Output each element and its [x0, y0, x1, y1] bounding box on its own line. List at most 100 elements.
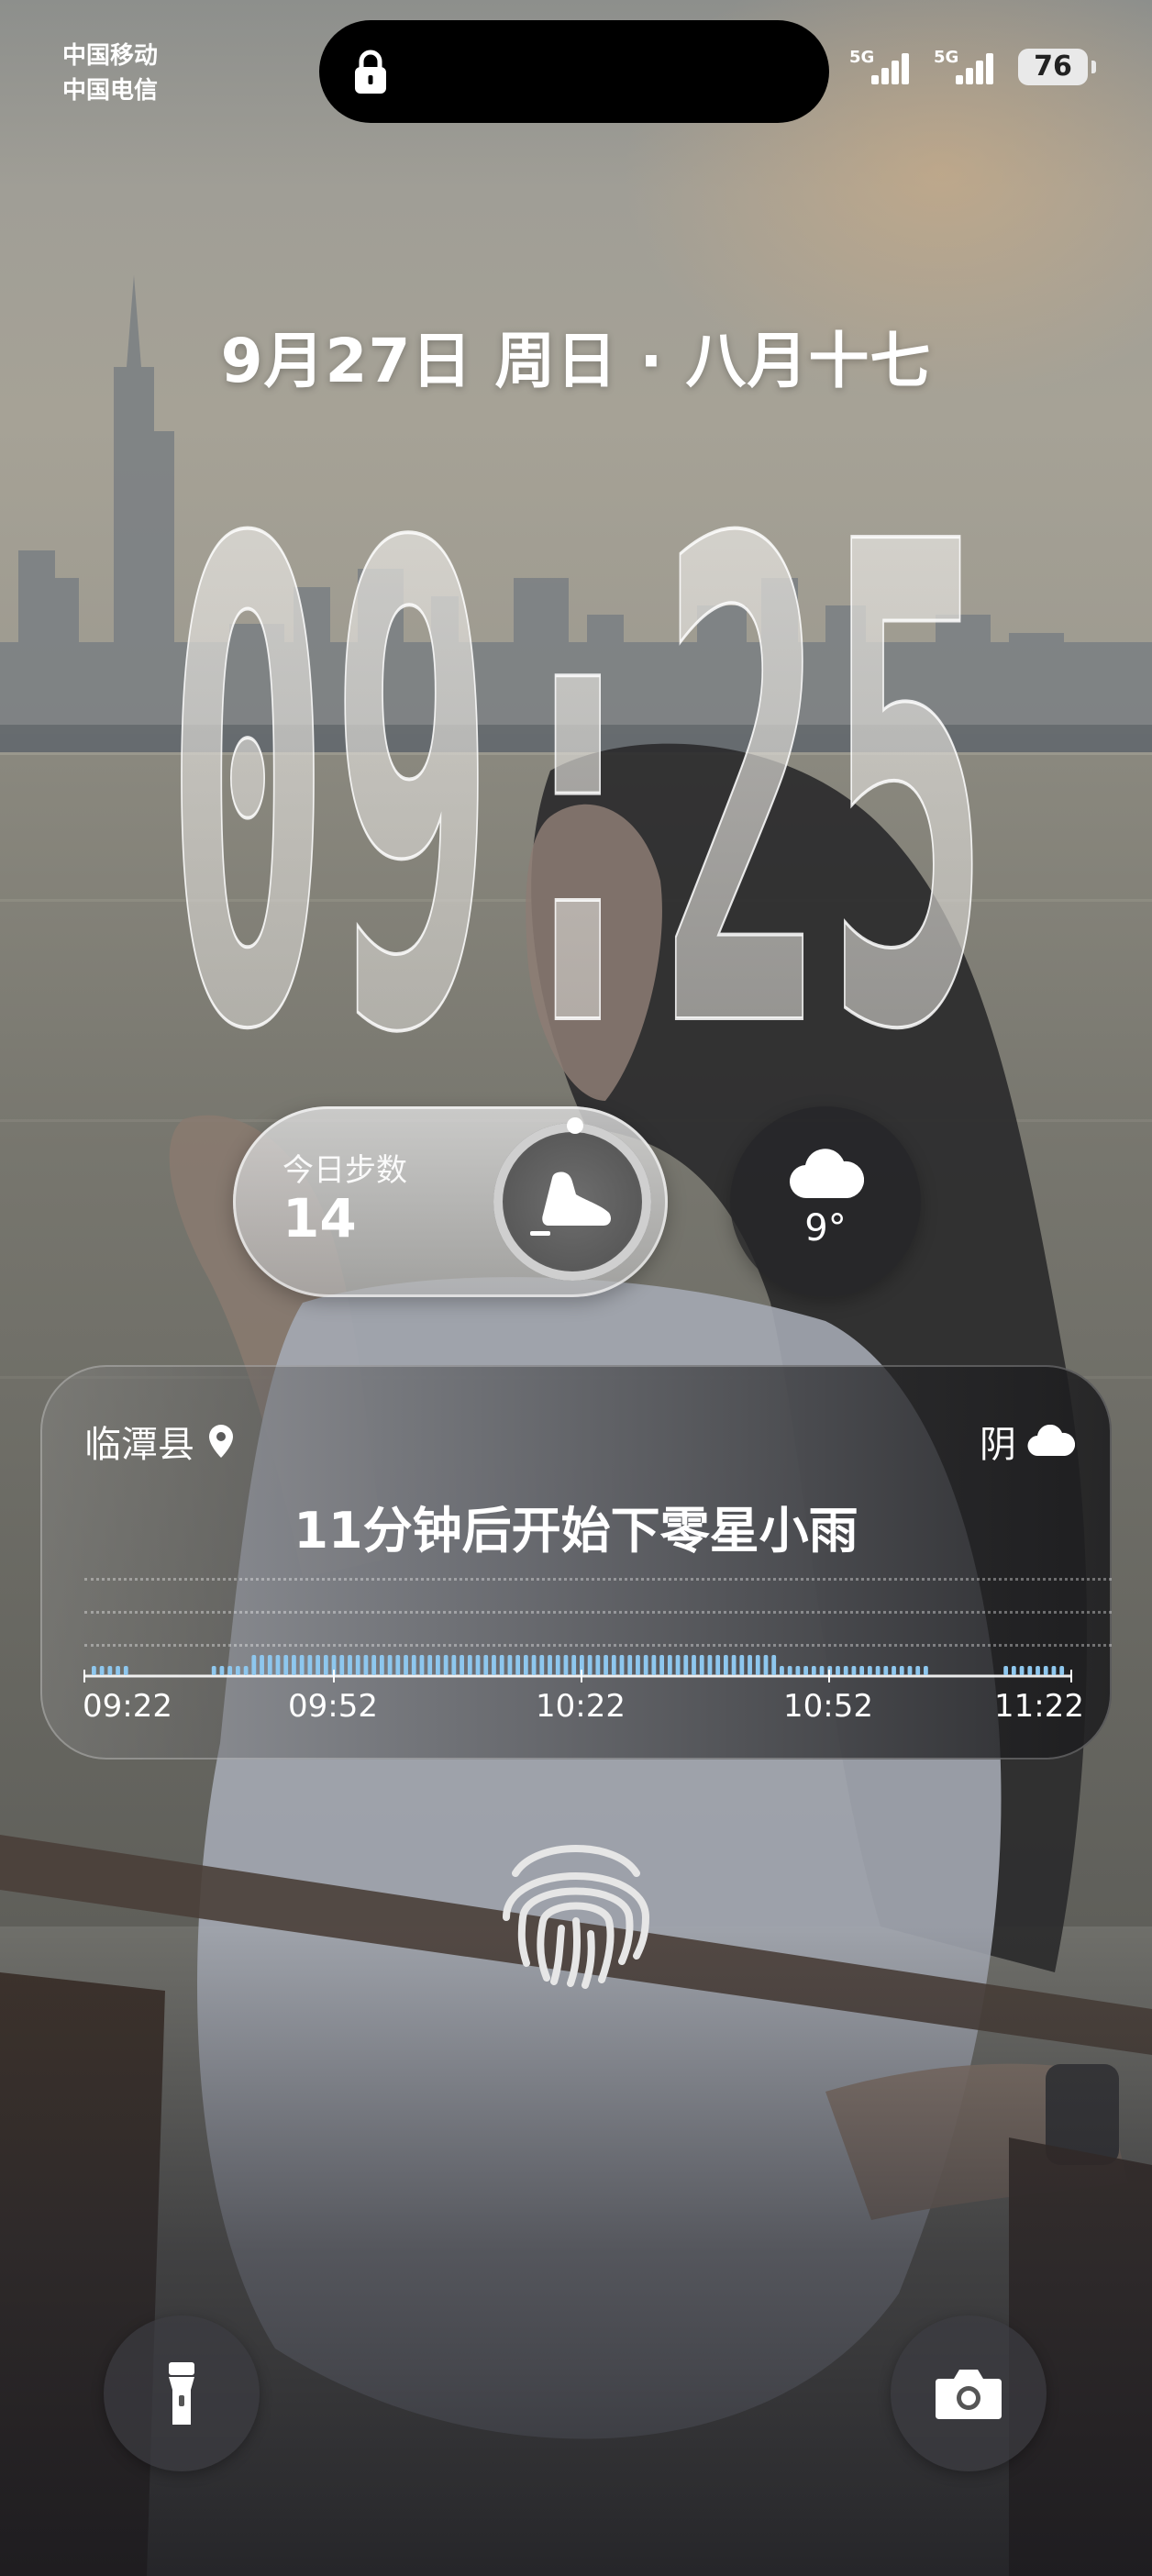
precip-bar: [243, 1666, 249, 1675]
precip-bar: [1027, 1666, 1033, 1675]
precip-bar: [1043, 1666, 1048, 1675]
precip-bar: [675, 1655, 681, 1675]
precip-bar: [531, 1655, 537, 1675]
precip-bar: [924, 1666, 928, 1675]
clock-text: 09:25: [165, 422, 991, 1046]
precip-bar: [1011, 1666, 1016, 1675]
precip-bar: [92, 1666, 96, 1675]
precip-bar: [892, 1666, 896, 1675]
precip-bar: [483, 1655, 489, 1675]
precip-bar: [419, 1655, 425, 1675]
precip-bar: [771, 1655, 777, 1675]
precip-bar: [316, 1655, 320, 1675]
carrier-1: 中国移动: [62, 42, 159, 70]
precip-bar: [707, 1655, 713, 1675]
dynamic-island[interactable]: [319, 20, 829, 123]
steps-widget[interactable]: 今日步数 14: [233, 1106, 668, 1297]
weather-temperature: 9°: [804, 1207, 847, 1249]
precip-bar: [123, 1666, 128, 1675]
precip-bar: [731, 1655, 737, 1675]
status-indicators: 5G 5G 76: [849, 44, 1096, 90]
precip-bar: [1036, 1666, 1040, 1675]
precip-bar: [307, 1655, 313, 1675]
precip-bar: [116, 1666, 120, 1675]
precip-bar: [819, 1666, 825, 1675]
precip-bar: [780, 1666, 784, 1675]
precip-bar: [211, 1666, 216, 1675]
precip-bar: [460, 1655, 464, 1675]
precip-bar: [299, 1655, 305, 1675]
precip-bar: [1003, 1666, 1009, 1675]
fingerprint-icon[interactable]: [495, 1826, 657, 1991]
precip-bar: [339, 1655, 345, 1675]
precip-bar: [619, 1655, 625, 1675]
precip-bar: [499, 1655, 504, 1675]
steps-value: 14: [282, 1187, 357, 1249]
signal-2: 5G: [934, 44, 998, 90]
time-tick: 09:22: [83, 1688, 172, 1725]
precip-bar: [563, 1655, 569, 1675]
precip-bar: [260, 1655, 264, 1675]
precip-bar: [692, 1655, 696, 1675]
precip-bar: [379, 1655, 384, 1675]
precip-bar: [811, 1666, 816, 1675]
precip-bar: [523, 1655, 528, 1675]
precip-bar: [436, 1655, 440, 1675]
precip-bar: [643, 1655, 648, 1675]
precip-bar: [915, 1666, 921, 1675]
precip-bar: [395, 1655, 401, 1675]
precip-bar: [587, 1655, 593, 1675]
precip-bar: [99, 1666, 105, 1675]
camera-icon: [936, 2370, 1002, 2419]
precip-bar: [659, 1655, 665, 1675]
precip-bar: [859, 1666, 865, 1675]
precip-bar: [651, 1655, 657, 1675]
weather-widget[interactable]: 9°: [730, 1106, 921, 1297]
precip-bar: [1019, 1666, 1025, 1675]
lock-icon: [355, 50, 386, 94]
precip-bar: [723, 1655, 728, 1675]
precip-bar: [867, 1666, 872, 1675]
precip-bar: [227, 1666, 233, 1675]
signal-2-label: 5G: [934, 48, 959, 67]
precip-bar: [667, 1655, 672, 1675]
steps-label: 今日步数: [282, 1152, 407, 1189]
precip-bar: [611, 1655, 616, 1675]
precip-bar: [715, 1655, 721, 1675]
precip-bar: [451, 1655, 457, 1675]
precip-bar: [875, 1666, 881, 1675]
precip-bar: [571, 1655, 577, 1675]
precip-bar: [443, 1655, 449, 1675]
precip-bar: [348, 1655, 352, 1675]
precip-bar: [748, 1655, 752, 1675]
precip-bar: [604, 1655, 608, 1675]
precip-bar: [515, 1655, 521, 1675]
precip-bar: [475, 1655, 481, 1675]
precip-bar: [267, 1655, 272, 1675]
precip-bar: [803, 1666, 808, 1675]
time-tick: 10:52: [783, 1688, 873, 1725]
precip-bar: [627, 1655, 633, 1675]
steps-progress-ring: [493, 1117, 651, 1281]
precip-bar: [219, 1666, 225, 1675]
wallpaper-bottom-shade: [0, 1926, 1152, 2576]
precip-bar: [787, 1666, 792, 1675]
precip-bar: [387, 1655, 393, 1675]
precip-bar: [292, 1655, 296, 1675]
precip-bar: [235, 1666, 240, 1675]
precip-bar: [275, 1655, 281, 1675]
flashlight-button[interactable]: [104, 2315, 260, 2471]
precip-bar: [1051, 1666, 1057, 1675]
time-tick: 09:52: [288, 1688, 378, 1725]
rain-forecast-card[interactable]: 临潭县 阴 11分钟后开始下零星小雨 09:22 09:52 10:22 10:…: [40, 1365, 1112, 1760]
precip-bar: [427, 1655, 433, 1675]
camera-button[interactable]: [891, 2315, 1047, 2471]
lockscreen-clock: 09:25: [163, 422, 992, 1046]
precip-bar: [636, 1655, 640, 1675]
precip-bar: [371, 1655, 377, 1675]
precip-bar: [323, 1655, 328, 1675]
precip-bar: [595, 1655, 601, 1675]
cloud-icon: [789, 1149, 864, 1199]
precip-bar: [755, 1655, 760, 1675]
shoe-icon: [530, 1171, 611, 1236]
